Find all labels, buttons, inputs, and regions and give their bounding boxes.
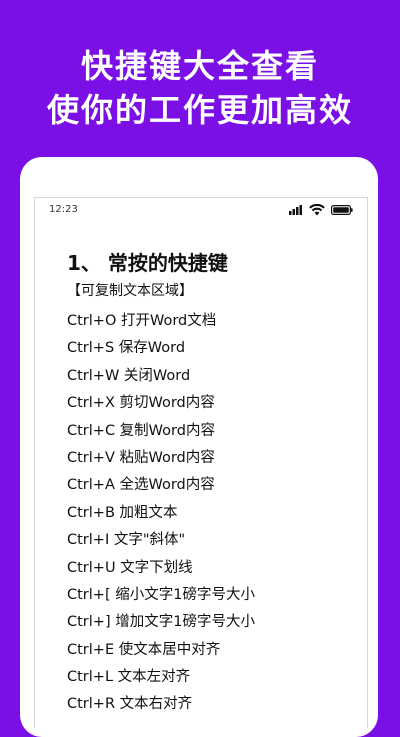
shortcut-item[interactable]: Ctrl+] 增加文字1磅字号大小 (67, 609, 357, 636)
section-heading: 1、 常按的快捷键 (67, 251, 228, 275)
signal-icon (289, 205, 302, 215)
status-time: 12:23 (49, 204, 78, 215)
battery-icon (331, 205, 353, 215)
shortcut-item[interactable]: Ctrl+V 粘贴Word内容 (67, 445, 357, 472)
shortcut-item[interactable]: Ctrl+A 全选Word内容 (67, 472, 357, 499)
shortcut-item[interactable]: Ctrl+E 使文本居中对齐 (67, 637, 357, 664)
shortcut-item[interactable]: Ctrl+I 文字"斜体" (67, 527, 357, 554)
shortcut-item[interactable]: Ctrl+U 文字下划线 (67, 555, 357, 582)
status-bar: 12:23 (35, 198, 367, 222)
content-area: 1、 常按的快捷键 【可复制文本区域】 Ctrl+O 打开Word文档 Ctrl… (67, 248, 357, 719)
shortcut-list: Ctrl+O 打开Word文档 Ctrl+S 保存Word Ctrl+W 关闭W… (67, 308, 357, 719)
promo-title-line2: 使你的工作更加高效 (46, 91, 353, 129)
shortcut-item[interactable]: Ctrl+S 保存Word (67, 335, 357, 362)
shortcut-item[interactable]: Ctrl+[ 缩小文字1磅字号大小 (67, 582, 357, 609)
shortcut-item[interactable]: Ctrl+O 打开Word文档 (67, 308, 357, 335)
wifi-icon (309, 204, 325, 216)
shortcut-item[interactable]: Ctrl+L 文本左对齐 (67, 664, 357, 691)
shortcut-item[interactable]: Ctrl+W 关闭Word (67, 363, 357, 390)
shortcut-item[interactable]: Ctrl+C 复制Word内容 (67, 418, 357, 445)
shortcut-item[interactable]: Ctrl+X 剪切Word内容 (67, 390, 357, 417)
copy-note[interactable]: 【可复制文本区域】 (67, 278, 357, 304)
shortcut-item[interactable]: Ctrl+B 加粗文本 (67, 500, 357, 527)
phone-screen[interactable]: 12:23 1、 常按的快捷键 【可复制文本区域】 Ctrl+O 打开Word文… (34, 197, 368, 728)
status-icons (289, 204, 353, 216)
shortcut-item[interactable]: Ctrl+R 文本右对齐 (67, 691, 357, 718)
promo-title-line1: 快捷键大全查看 (80, 47, 319, 85)
